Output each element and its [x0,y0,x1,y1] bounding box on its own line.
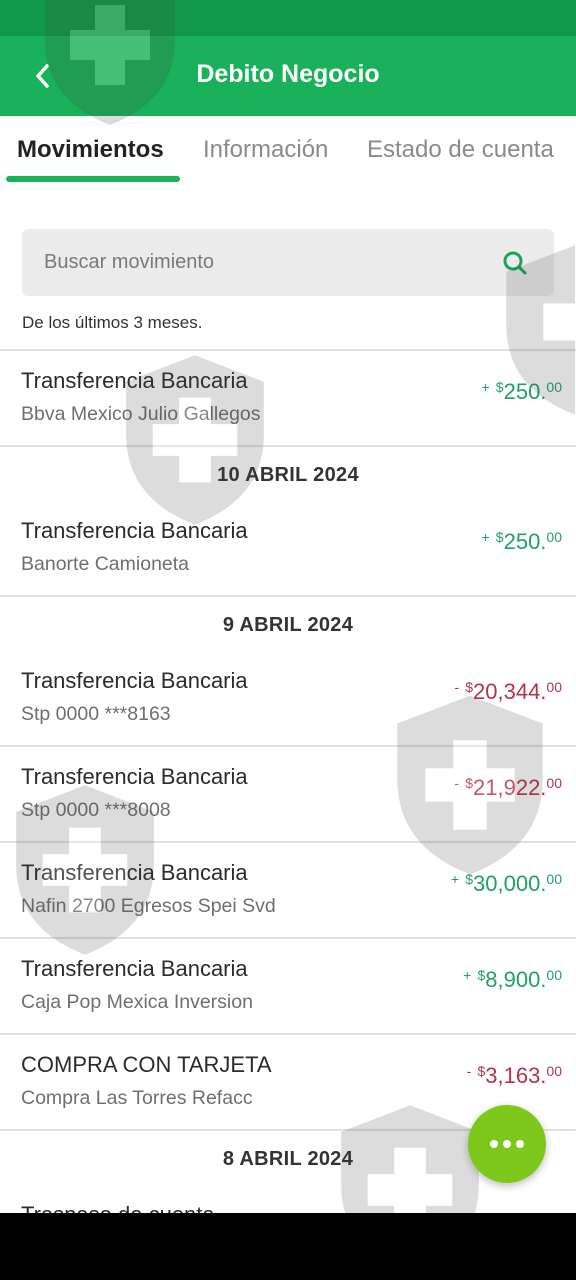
movement-amount: - $3,163.00 [466,1063,562,1088]
date-header: 10 ABRIL 2024 [217,464,359,486]
tab-bar: Movimientos Información Estado de cuenta [0,116,576,186]
movement-subtitle: Nafin 2700 Egresos Spei Svd [21,895,276,917]
movement-title: Transferencia Bancaria [21,860,248,885]
movement-row[interactable]: Transferencia Bancaria Bbva Mexico Julio… [0,351,576,445]
page-title: Debito Negocio [196,60,380,88]
movement-row[interactable]: Traspaso de cuenta [0,1185,576,1213]
movement-subtitle: Bbva Mexico Julio Gallegos [21,403,261,425]
movement-row[interactable]: Transferencia Bancaria Banorte Camioneta… [0,501,576,595]
movement-subtitle: Banorte Camioneta [21,553,190,575]
app-header: Debito Negocio [0,36,576,116]
movement-amount: - $21,922.00 [454,775,562,800]
search-input[interactable] [44,229,484,296]
movement-title: Transferencia Bancaria [21,956,248,981]
movement-subtitle: Stp 0000 ***8163 [21,703,171,725]
search-icon[interactable] [502,250,528,276]
tab-movimientos[interactable]: Movimientos [17,136,164,164]
movement-title: Transferencia Bancaria [21,518,248,543]
tab-estado-de-cuenta[interactable]: Estado de cuenta [367,136,554,164]
movement-amount: + $250.00 [481,379,562,404]
movement-title: Transferencia Bancaria [21,368,248,393]
date-header: 9 ABRIL 2024 [222,614,354,636]
movement-amount: + $30,000.00 [450,871,562,896]
movement-amount: - $20,344.00 [454,679,562,704]
movement-subtitle: Stp 0000 ***8008 [21,799,171,821]
movement-row[interactable]: Transferencia Bancaria Nafin 2700 Egreso… [0,843,576,937]
date-range-note: De los últimos 3 meses. [22,313,203,332]
movement-title: COMPRA CON TARJETA [21,1052,272,1077]
movement-subtitle: Compra Las Torres Refacc [21,1087,253,1109]
movement-row[interactable]: Transferencia Bancaria Stp 0000 ***8008 … [0,747,576,841]
active-tab-indicator [6,176,180,182]
movement-row[interactable]: Transferencia Bancaria Caja Pop Mexica I… [0,939,576,1033]
movements-list: Transferencia Bancaria Bbva Mexico Julio… [0,349,576,1213]
movement-title: Transferencia Bancaria [21,668,248,693]
movement-title: Transferencia Bancaria [21,764,248,789]
movement-title: Traspaso de cuenta [21,1202,215,1213]
movement-subtitle: Caja Pop Mexica Inversion [21,991,253,1013]
status-bar [0,0,576,36]
movement-row[interactable]: Transferencia Bancaria Stp 0000 ***8163 … [0,651,576,745]
tab-informacion[interactable]: Información [203,136,328,164]
more-options-button[interactable] [468,1105,546,1183]
movement-amount: + $8,900.00 [463,967,562,992]
more-horizontal-icon [490,1140,524,1148]
search-bar [22,229,554,296]
system-navigation-bar [0,1213,576,1280]
movement-amount: + $250.00 [481,529,562,554]
